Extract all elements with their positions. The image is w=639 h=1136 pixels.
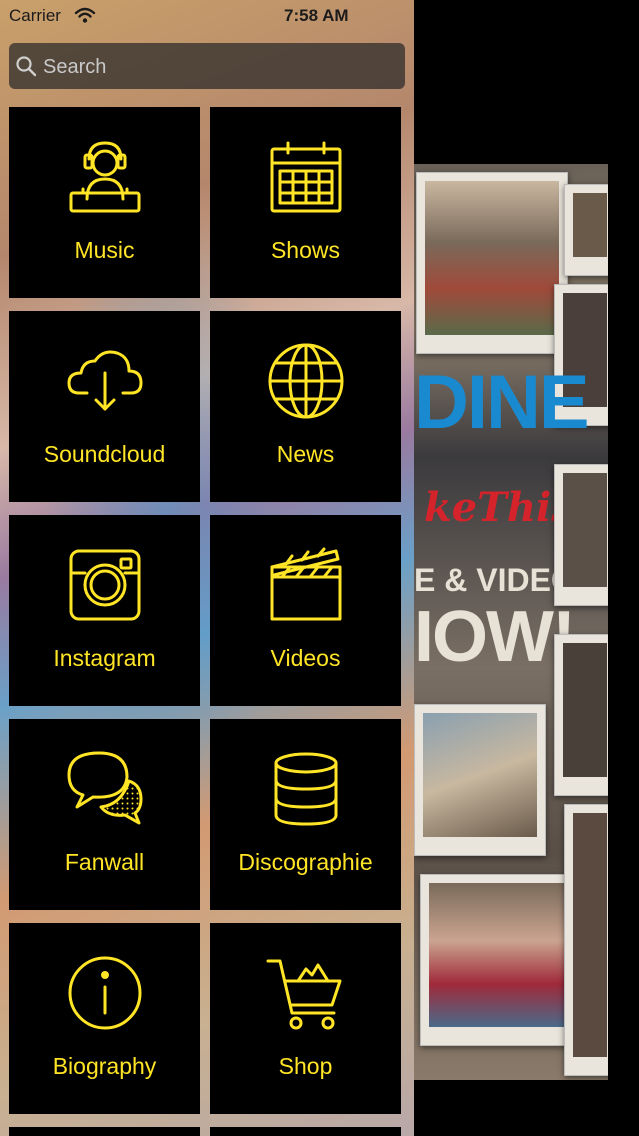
- photo-card: [554, 634, 608, 796]
- menu-item-shows[interactable]: Shows: [210, 107, 401, 298]
- menu-item-videos[interactable]: Videos: [210, 515, 401, 706]
- menu-item-biography[interactable]: Biography: [9, 923, 200, 1114]
- background-promo-image: DINE keThis E & VIDEO IOW!: [414, 164, 608, 1080]
- menu-item-fanwall[interactable]: Fanwall: [9, 719, 200, 910]
- photo-card: [420, 874, 578, 1046]
- menu-item-partial[interactable]: [210, 1127, 401, 1136]
- menu-item-label: Biography: [52, 1053, 157, 1079]
- menu-item-music[interactable]: Music: [9, 107, 200, 298]
- photo-card: [564, 804, 608, 1076]
- menu-item-label: Shows: [270, 237, 341, 263]
- menu-item-partial[interactable]: [9, 1127, 200, 1136]
- database-icon: [266, 751, 346, 831]
- speech-bubbles-icon: [65, 751, 145, 831]
- info-icon: [65, 955, 145, 1035]
- carrier-label: Carrier: [9, 6, 61, 25]
- side-menu-drawer: Carrier 7:58 AM Search Music Shows Sound…: [0, 0, 414, 1136]
- menu-item-label: Discographie: [238, 849, 373, 875]
- promo-subtitle: E & VIDEO: [414, 562, 576, 598]
- menu-item-label: Shop: [278, 1053, 333, 1079]
- photo-card: [414, 704, 546, 856]
- search-input[interactable]: [41, 43, 405, 91]
- menu-item-discographie[interactable]: Discographie: [210, 719, 401, 910]
- photo-card: [416, 172, 568, 354]
- camera-icon: [65, 547, 145, 627]
- promo-title: DINE: [414, 360, 590, 445]
- wifi-icon: [74, 6, 96, 24]
- search-icon: [15, 55, 37, 77]
- menu-item-label: Music: [74, 237, 135, 263]
- menu-item-label: Instagram: [53, 645, 156, 671]
- calendar-icon: [266, 139, 346, 219]
- menu-item-label: Soundcloud: [43, 441, 166, 467]
- menu-item-label: Videos: [270, 645, 341, 671]
- dj-headphones-icon: [65, 139, 145, 219]
- menu-item-label: News: [276, 441, 335, 467]
- search-bar[interactable]: [9, 43, 405, 91]
- photo-card: [554, 464, 608, 606]
- photo-card: [564, 184, 608, 276]
- menu-item-news[interactable]: News: [210, 311, 401, 502]
- globe-icon: [266, 343, 346, 423]
- menu-item-soundcloud[interactable]: Soundcloud: [9, 311, 200, 502]
- menu-item-instagram[interactable]: Instagram: [9, 515, 200, 706]
- promo-headline: IOW!: [414, 597, 576, 677]
- menu-item-label: Fanwall: [64, 849, 145, 875]
- promo-tagline: keThis: [424, 484, 574, 531]
- cloud-download-icon: [65, 343, 145, 423]
- menu-item-shop[interactable]: Shop: [210, 923, 401, 1114]
- status-bar: Carrier 7:58 AM: [0, 0, 414, 32]
- clapperboard-icon: [266, 547, 346, 627]
- shopping-cart-icon: [266, 955, 346, 1035]
- status-time: 7:58 AM: [284, 6, 349, 25]
